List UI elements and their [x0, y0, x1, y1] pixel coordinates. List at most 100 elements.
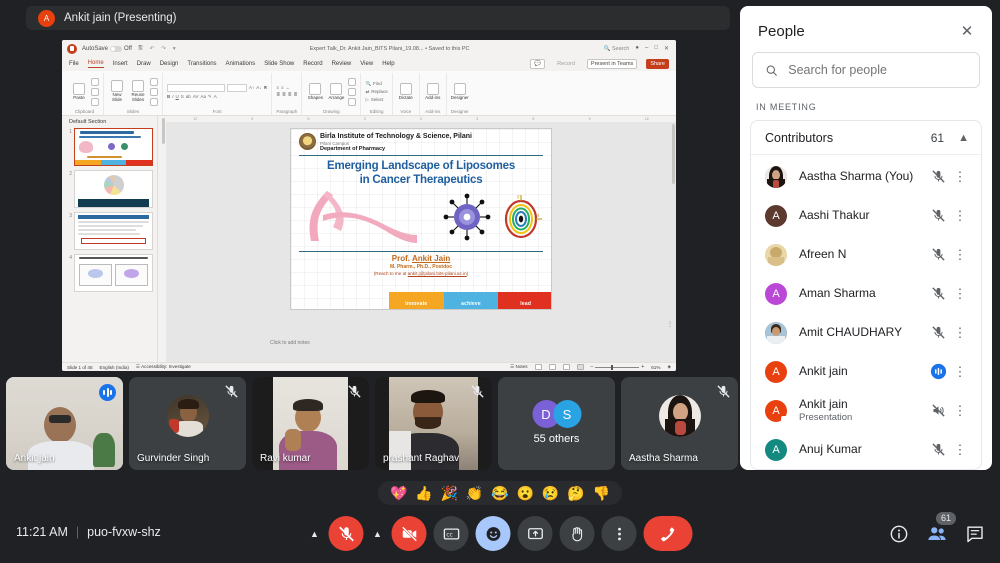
decrease-indent-icon[interactable]: ←: [286, 85, 291, 90]
participant-mic-status[interactable]: [927, 286, 949, 301]
align-center-icon[interactable]: ≣: [282, 92, 286, 98]
bullets-icon[interactable]: ≡: [276, 85, 279, 90]
text-shadow-icon[interactable]: ab: [186, 94, 191, 99]
video-tile-ankit-jain[interactable]: Ankit jain: [6, 377, 123, 470]
ribbon-tab-review[interactable]: Review: [332, 61, 352, 67]
reaction-thumbs-up[interactable]: 👍: [415, 486, 432, 500]
arrange-button[interactable]: Arrange: [327, 82, 345, 101]
comments-icon[interactable]: 💬: [530, 59, 546, 69]
ribbon-tab-file[interactable]: File: [69, 61, 79, 67]
people-panel-button[interactable]: 61: [926, 512, 957, 545]
camera-button[interactable]: [391, 516, 427, 551]
slide-thumbnail-panel[interactable]: Default Section 1 2 3 4: [62, 116, 158, 362]
increase-font-icon[interactable]: A↑: [249, 85, 254, 90]
participant-mic-status[interactable]: [927, 403, 949, 418]
align-right-icon[interactable]: ≣: [288, 92, 292, 98]
camera-options-chevron-icon[interactable]: ▲: [371, 516, 385, 551]
participant-more-icon[interactable]: ⋮: [949, 209, 971, 222]
search-input[interactable]: [788, 63, 967, 77]
participant-more-icon[interactable]: ⋮: [949, 443, 971, 456]
ribbon-tab-transitions[interactable]: Transitions: [187, 61, 216, 67]
participant-mic-status[interactable]: [927, 442, 949, 457]
dictate-button[interactable]: Dictate: [397, 82, 415, 101]
customize-toolbar-icon[interactable]: ▾: [172, 46, 177, 52]
section-icon[interactable]: [150, 97, 158, 106]
format-painter-icon[interactable]: [91, 97, 99, 106]
present-now-button[interactable]: [517, 516, 553, 551]
share-button[interactable]: Share: [646, 59, 669, 69]
reaction-party-popper[interactable]: 🎉: [441, 486, 458, 500]
underline-icon[interactable]: U: [176, 94, 179, 99]
mic-options-chevron-icon[interactable]: ▲: [308, 516, 322, 551]
more-options-button[interactable]: [601, 516, 637, 551]
video-tile-ravi-kumar[interactable]: Ravi kumar: [252, 377, 369, 470]
record-button[interactable]: Record: [554, 60, 578, 68]
participant-more-icon[interactable]: ⋮: [949, 287, 971, 300]
reaction-joy[interactable]: 😂: [491, 486, 508, 500]
participant-row[interactable]: Aastha Sharma (You) ⋮: [751, 157, 981, 196]
justify-icon[interactable]: ≣: [294, 92, 298, 98]
captions-button[interactable]: cc: [433, 516, 469, 551]
replace-button[interactable]: ⇄ Replace: [365, 89, 387, 95]
meeting-code[interactable]: puo-fvxw-shz: [87, 525, 161, 539]
chevron-up-icon[interactable]: ▲: [958, 132, 969, 144]
account-icon[interactable]: ●: [635, 45, 639, 52]
ribbon-tab-record[interactable]: Record: [303, 61, 322, 67]
reset-icon[interactable]: [150, 87, 158, 96]
participant-mic-status[interactable]: [927, 325, 949, 340]
participant-row[interactable]: A Aashi Thakur ⋮: [751, 196, 981, 235]
font-size-select[interactable]: [227, 83, 247, 92]
section-header[interactable]: Default Section: [66, 119, 153, 125]
participant-mic-status[interactable]: [927, 362, 949, 381]
slide-thumbnail-1[interactable]: [74, 128, 153, 166]
find-button[interactable]: 🔍 Find: [365, 81, 387, 87]
shape-effects-icon[interactable]: [348, 97, 357, 106]
close-icon[interactable]: ✕: [956, 20, 978, 42]
participant-row[interactable]: Amit CHAUDHARY ⋮: [751, 313, 981, 352]
numbering-icon[interactable]: ≡: [281, 85, 284, 90]
participant-row[interactable]: A Anuj Kumar ⋮: [751, 430, 981, 469]
search-people-field[interactable]: [752, 52, 980, 88]
canvas-scrollbar[interactable]: [672, 124, 675, 184]
chat-panel-button[interactable]: [964, 523, 986, 545]
ribbon-tab-slide-show[interactable]: Slide Show: [264, 61, 294, 67]
reactions-bar[interactable]: 💖 👍 🎉 👏 😂 😮 😢 🤔 👎: [378, 481, 622, 505]
slideshow-view-icon[interactable]: [576, 364, 584, 370]
leave-call-button[interactable]: [643, 516, 693, 551]
layout-icon[interactable]: [150, 77, 158, 86]
ribbon-tab-draw[interactable]: Draw: [137, 61, 151, 67]
minimize-icon[interactable]: –: [645, 45, 648, 52]
cut-icon[interactable]: [91, 77, 99, 86]
reaction-surprised[interactable]: 😮: [517, 486, 534, 500]
autosave-toggle[interactable]: AutoSave Off: [82, 45, 132, 52]
ribbon-toolbar[interactable]: Paste Clipboard New Slide Reuse Slides S…: [62, 71, 676, 116]
fit-to-window-icon[interactable]: ◈: [667, 364, 671, 370]
reaction-thumbs-down[interactable]: 👎: [593, 486, 610, 500]
slide-thumbnail-2[interactable]: [74, 170, 153, 208]
ribbon-tab-design[interactable]: Design: [160, 61, 179, 67]
video-tile-others-group[interactable]: D S 55 others: [498, 377, 615, 470]
thumbnail-scrollbar[interactable]: [158, 116, 166, 362]
participant-row-presentation[interactable]: A Ankit jain Presentation ⋮: [751, 391, 981, 430]
new-slide-button[interactable]: New Slide: [108, 80, 126, 103]
decrease-font-icon[interactable]: A↓: [256, 85, 261, 90]
participant-mic-status[interactable]: [927, 169, 949, 184]
close-window-icon[interactable]: ✕: [664, 45, 669, 52]
contact-email[interactable]: ankit.j@pilani.bits-pilani.ac.in: [408, 271, 467, 276]
slide-thumbnail-4[interactable]: [74, 254, 153, 292]
active-slide[interactable]: Birla Institute of Technology & Science,…: [290, 128, 552, 310]
redo-icon[interactable]: ↷: [160, 46, 167, 52]
slide-canvas-area[interactable]: 12 9 6 3 0 3 6 9 12 ⋮ Birla Institute of Technol…: [166, 116, 676, 362]
slide-sorter-view-icon[interactable]: [548, 364, 556, 370]
reuse-slides-button[interactable]: Reuse Slides: [129, 80, 147, 103]
accessibility-status[interactable]: ☰ Accessibility: Investigate: [136, 364, 191, 370]
normal-view-icon[interactable]: [534, 364, 542, 370]
reactions-button[interactable]: [475, 516, 511, 551]
ribbon-tab-animations[interactable]: Animations: [226, 61, 256, 67]
participant-more-icon[interactable]: ⋮: [949, 365, 971, 378]
reading-view-icon[interactable]: [562, 364, 570, 370]
undo-icon[interactable]: ↶: [149, 46, 156, 52]
participant-mic-status[interactable]: [927, 247, 949, 262]
shape-outline-icon[interactable]: [348, 87, 357, 96]
ribbon-tabs[interactable]: File Home Insert Draw Design Transitions…: [62, 57, 676, 71]
